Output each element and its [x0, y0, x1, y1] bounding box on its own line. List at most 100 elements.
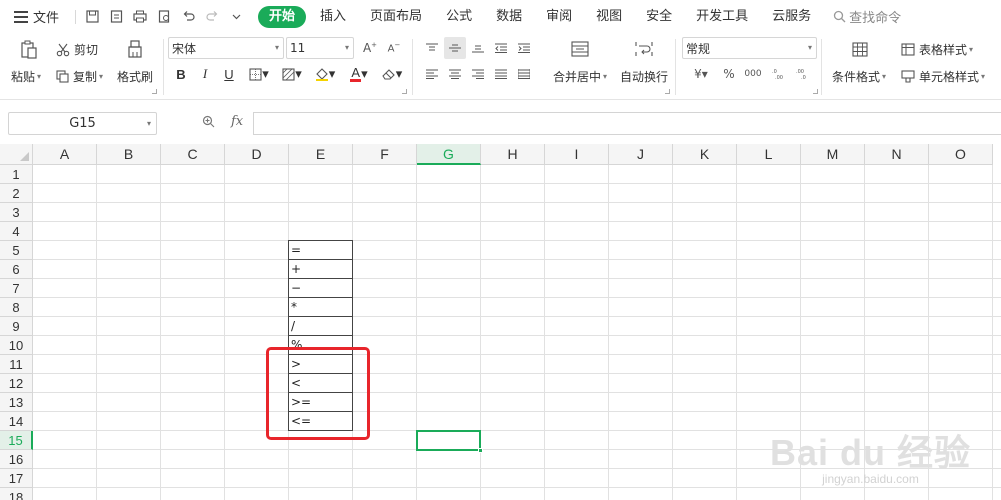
paste-icon[interactable]: [20, 40, 38, 60]
tab-developer[interactable]: 开发工具: [686, 6, 758, 28]
row-header-6[interactable]: 6: [0, 260, 33, 279]
bold-button[interactable]: B: [170, 63, 192, 85]
fill-handle[interactable]: [478, 448, 483, 453]
cell-e9[interactable]: /: [288, 316, 353, 336]
align-left-button[interactable]: [421, 63, 443, 85]
cut-button[interactable]: 剪切: [56, 41, 98, 58]
select-all-button[interactable]: [0, 144, 33, 165]
file-menu[interactable]: 文件: [14, 5, 59, 29]
borders-button[interactable]: ▾: [244, 63, 274, 85]
undo-icon[interactable]: [176, 5, 200, 29]
align-middle-button[interactable]: [444, 37, 466, 59]
customize-toolbar-icon[interactable]: [224, 5, 248, 29]
column-header-j[interactable]: J: [609, 144, 673, 165]
print-icon[interactable]: [128, 5, 152, 29]
alignment-dialog-launcher[interactable]: [665, 89, 670, 94]
clear-format-button[interactable]: ▾: [377, 63, 407, 85]
merge-center-button[interactable]: 合并居中 ▾: [553, 68, 607, 85]
row-header-5[interactable]: 5: [0, 241, 33, 260]
font-size-select[interactable]: 11 ▾: [286, 37, 354, 59]
tab-review[interactable]: 审阅: [536, 6, 582, 28]
clipboard-dialog-launcher[interactable]: [152, 89, 157, 94]
font-name-select[interactable]: 宋体 ▾: [168, 37, 284, 59]
column-header-b[interactable]: B: [97, 144, 161, 165]
row-header-7[interactable]: 7: [0, 279, 33, 298]
increase-font-size-button[interactable]: A+: [359, 37, 381, 59]
increase-indent-button[interactable]: [513, 37, 535, 59]
decrease-indent-button[interactable]: [490, 37, 512, 59]
name-box[interactable]: G15 ▾: [8, 112, 157, 135]
currency-button[interactable]: ¥ ▾: [686, 63, 716, 85]
wrap-text-icon[interactable]: [635, 41, 653, 57]
row-header-8[interactable]: 8: [0, 298, 33, 317]
row-header-2[interactable]: 2: [0, 184, 33, 203]
justify-button[interactable]: [490, 63, 512, 85]
cell-e7[interactable]: −: [288, 278, 353, 298]
cell-style-button[interactable]: 单元格样式 ▾: [901, 68, 985, 85]
italic-button[interactable]: I: [194, 63, 216, 85]
column-header-h[interactable]: H: [481, 144, 545, 165]
number-format-select[interactable]: 常规 ▾: [682, 37, 817, 59]
row-header-1[interactable]: 1: [0, 165, 33, 184]
wrap-text-button[interactable]: 自动换行: [620, 68, 668, 85]
zoom-icon[interactable]: [202, 115, 215, 131]
column-header-o[interactable]: O: [929, 144, 993, 165]
thousands-separator-button[interactable]: 000: [742, 63, 764, 85]
column-header-f[interactable]: F: [353, 144, 417, 165]
column-header-n[interactable]: N: [865, 144, 929, 165]
tab-data[interactable]: 数据: [486, 6, 532, 28]
command-search[interactable]: 查找命令: [833, 7, 901, 26]
row-header-13[interactable]: 13: [0, 393, 33, 412]
column-header-g[interactable]: G: [417, 144, 481, 165]
number-dialog-launcher[interactable]: [813, 89, 818, 94]
tab-formulas[interactable]: 公式: [436, 6, 482, 28]
column-header-i[interactable]: I: [545, 144, 609, 165]
row-header-9[interactable]: 9: [0, 317, 33, 336]
column-header-k[interactable]: K: [673, 144, 737, 165]
cell-e8[interactable]: *: [288, 297, 353, 317]
decrease-decimal-button[interactable]: .00.0: [792, 63, 814, 85]
row-header-18[interactable]: 18: [0, 488, 33, 500]
tab-insert[interactable]: 插入: [310, 6, 356, 28]
merge-center-icon[interactable]: [571, 41, 589, 57]
row-header-10[interactable]: 10: [0, 336, 33, 355]
row-header-12[interactable]: 12: [0, 374, 33, 393]
row-header-3[interactable]: 3: [0, 203, 33, 222]
column-header-c[interactable]: C: [161, 144, 225, 165]
fill-color-button[interactable]: ▾: [310, 63, 340, 85]
tab-home[interactable]: 开始: [258, 5, 307, 28]
table-style-button[interactable]: 表格样式 ▾: [901, 41, 973, 58]
export-pdf-icon[interactable]: [104, 5, 128, 29]
conditional-format-button[interactable]: 条件格式 ▾: [832, 68, 886, 85]
print-preview-icon[interactable]: [152, 5, 176, 29]
row-header-15[interactable]: 15: [0, 431, 33, 450]
row-header-14[interactable]: 14: [0, 412, 33, 431]
column-header-l[interactable]: L: [737, 144, 801, 165]
font-color-button[interactable]: A ▾: [344, 63, 374, 85]
conditional-format-icon[interactable]: [852, 42, 868, 57]
align-top-button[interactable]: [421, 37, 443, 59]
save-icon[interactable]: [80, 5, 104, 29]
column-header-m[interactable]: M: [801, 144, 865, 165]
percent-button[interactable]: %: [718, 63, 740, 85]
paste-button[interactable]: 粘贴 ▾: [11, 68, 41, 85]
align-bottom-button[interactable]: [467, 37, 489, 59]
formula-input[interactable]: [253, 112, 1001, 135]
tab-page-layout[interactable]: 页面布局: [360, 6, 432, 28]
row-header-17[interactable]: 17: [0, 469, 33, 488]
increase-decimal-button[interactable]: .0.00: [768, 63, 790, 85]
active-cell-g15[interactable]: [416, 430, 483, 453]
font-dialog-launcher[interactable]: [402, 89, 407, 94]
insert-function-button[interactable]: fx: [231, 114, 243, 129]
tab-security[interactable]: 安全: [636, 6, 682, 28]
cell-e5[interactable]: =: [288, 240, 353, 260]
row-header-4[interactable]: 4: [0, 222, 33, 241]
tab-view[interactable]: 视图: [586, 6, 632, 28]
tab-cloud-services[interactable]: 云服务: [762, 6, 821, 28]
align-right-button[interactable]: [467, 63, 489, 85]
column-header-a[interactable]: A: [33, 144, 97, 165]
distributed-align-button[interactable]: [513, 63, 535, 85]
column-header-d[interactable]: D: [225, 144, 289, 165]
underline-button[interactable]: U: [218, 63, 240, 85]
row-header-16[interactable]: 16: [0, 450, 33, 469]
